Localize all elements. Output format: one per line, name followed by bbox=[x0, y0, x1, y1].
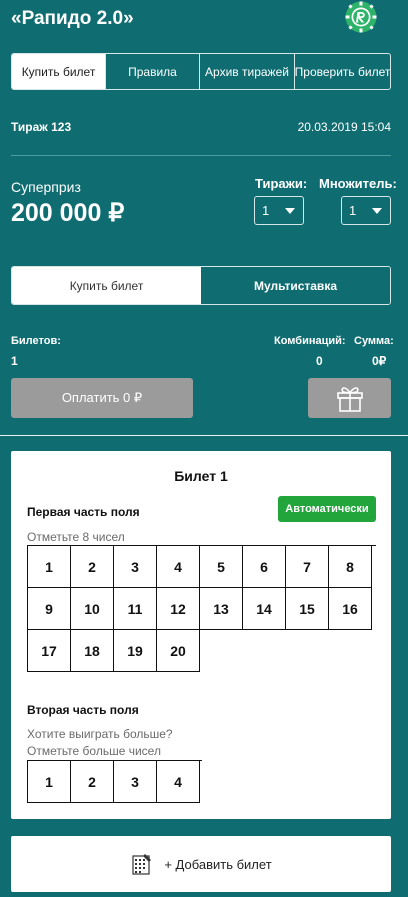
part2-number-cell[interactable]: 3 bbox=[114, 761, 157, 803]
tab-buy-ticket[interactable]: Купить билет bbox=[12, 54, 106, 89]
mode-buy-ticket[interactable]: Купить билет bbox=[12, 267, 201, 304]
tab-check-ticket[interactable]: Проверить билет bbox=[295, 54, 390, 89]
part1-number-cell[interactable]: 17 bbox=[28, 630, 71, 672]
part1-number-cell[interactable]: 12 bbox=[157, 588, 200, 630]
part2-number-cell[interactable]: 4 bbox=[157, 761, 200, 803]
draws-label: Тиражи: bbox=[255, 176, 308, 191]
ticket-card: Билет 1 Первая часть поля Автоматически … bbox=[11, 451, 391, 819]
chevron-down-icon bbox=[372, 208, 382, 214]
multiplier-label: Множитель: bbox=[319, 176, 397, 191]
tickets-label: Билетов: bbox=[11, 335, 61, 347]
chevron-down-icon bbox=[285, 208, 295, 214]
part1-number-cell[interactable]: 1 bbox=[28, 546, 71, 588]
superprize-value: 200 000 ₽ bbox=[11, 199, 125, 227]
ticket-title: Билет 1 bbox=[174, 468, 228, 484]
combinations-value: 0 bbox=[316, 354, 323, 368]
pay-button[interactable]: Оплатить 0 ₽ bbox=[11, 378, 193, 418]
auto-pick-button[interactable]: Автоматически bbox=[278, 496, 376, 522]
rapido-logo-icon bbox=[345, 1, 377, 33]
part1-number-cell[interactable]: 6 bbox=[243, 546, 286, 588]
multiplier-select-value: 1 bbox=[349, 203, 357, 218]
part1-number-cell[interactable]: 9 bbox=[28, 588, 71, 630]
part1-number-cell[interactable]: 8 bbox=[329, 546, 372, 588]
part1-number-cell[interactable]: 18 bbox=[71, 630, 114, 672]
part1-hint: Отметьте 8 чисел bbox=[27, 530, 125, 544]
section-divider bbox=[0, 435, 408, 436]
part1-number-cell[interactable]: 13 bbox=[200, 588, 243, 630]
main-tabs: Купить билет Правила Архив тиражей Прове… bbox=[11, 53, 391, 90]
tab-draw-archive[interactable]: Архив тиражей bbox=[200, 54, 295, 89]
combinations-label: Комбинаций: bbox=[274, 335, 346, 347]
mode-toggle: Купить билет Мультиставка bbox=[11, 266, 391, 305]
header: «Рапидо 2.0» bbox=[0, 0, 408, 40]
part1-grid: 1 2 3 4 5 6 7 8 9 10 11 12 13 14 15 16 17 18 19 20 bbox=[27, 545, 376, 672]
sum-label: Сумма: bbox=[354, 335, 394, 347]
part1-number-cell[interactable]: 19 bbox=[114, 630, 157, 672]
divider bbox=[11, 155, 391, 156]
part2-grid: 1234 bbox=[27, 760, 202, 803]
part2-number-cell[interactable]: 2 bbox=[71, 761, 114, 803]
tab-rules[interactable]: Правила bbox=[106, 54, 200, 89]
multiplier-select[interactable]: 1 bbox=[341, 196, 391, 225]
part2-title: Вторая часть поля bbox=[27, 703, 139, 717]
part1-number-cell[interactable]: 20 bbox=[157, 630, 200, 672]
part1-number-cell[interactable]: 16 bbox=[329, 588, 372, 630]
draws-select[interactable]: 1 bbox=[254, 196, 304, 225]
part2-number-cell[interactable]: 1 bbox=[28, 761, 71, 803]
part1-number-cell[interactable]: 4 bbox=[157, 546, 200, 588]
draws-select-value: 1 bbox=[262, 203, 270, 218]
part1-number-cell[interactable]: 14 bbox=[243, 588, 286, 630]
superprize-label: Суперприз bbox=[11, 179, 81, 195]
part1-number-cell[interactable]: 2 bbox=[71, 546, 114, 588]
sum-value: 0₽ bbox=[372, 354, 387, 368]
gift-icon bbox=[336, 387, 363, 412]
part1-number-cell[interactable]: 15 bbox=[286, 588, 329, 630]
app-title: «Рапидо 2.0» bbox=[11, 8, 134, 29]
part2-hint-2: Отметьте больше чисел bbox=[27, 744, 161, 758]
tickets-value: 1 bbox=[11, 354, 18, 368]
draw-datetime: 20.03.2019 15:04 bbox=[297, 120, 391, 134]
add-ticket-button[interactable]: + Добавить билет bbox=[11, 836, 391, 892]
add-ticket-label: + Добавить билет bbox=[164, 856, 272, 872]
part1-number-cell[interactable]: 5 bbox=[200, 546, 243, 588]
part1-number-cell[interactable]: 3 bbox=[114, 546, 157, 588]
part1-number-cell[interactable]: 7 bbox=[286, 546, 329, 588]
ticket-icon bbox=[132, 854, 152, 875]
draw-number: Тираж 123 bbox=[11, 120, 72, 134]
part2-hint-1: Хотите выиграть больше? bbox=[27, 727, 173, 741]
mode-multibet[interactable]: Мультиставка bbox=[201, 267, 390, 304]
part1-title: Первая часть поля bbox=[27, 505, 140, 519]
part1-number-cell[interactable]: 11 bbox=[114, 588, 157, 630]
gift-button[interactable] bbox=[308, 378, 391, 418]
part1-number-cell[interactable]: 10 bbox=[71, 588, 114, 630]
